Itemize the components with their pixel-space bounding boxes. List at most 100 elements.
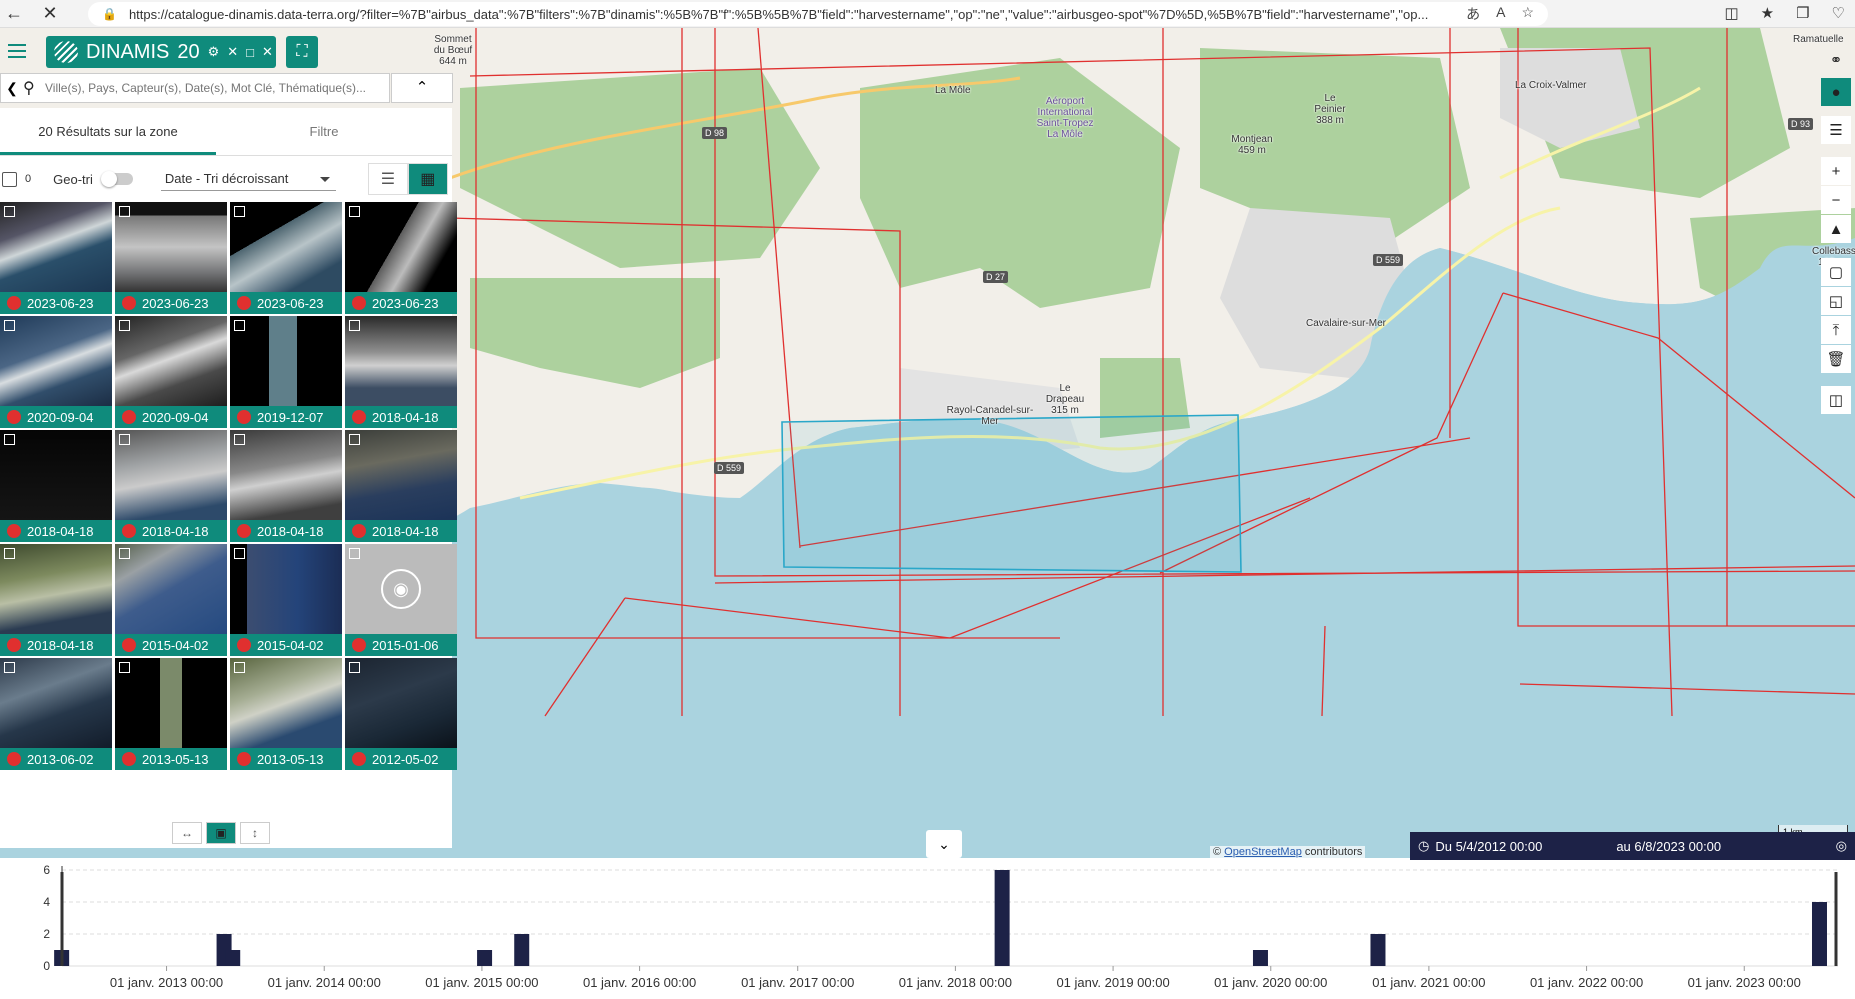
compass-button[interactable]: ▲ [1821,215,1851,243]
result-checkbox[interactable] [234,662,245,673]
result-card[interactable]: 2019-12-07 [230,316,342,428]
result-checkbox[interactable] [234,320,245,331]
maximize-icon[interactable]: □ [246,45,254,60]
expand-timeline-button[interactable]: ⌄ [926,830,962,858]
result-card[interactable]: 2013-06-02 [0,658,112,770]
upload-tool[interactable]: ⤒ [1821,316,1851,344]
result-thumbnail[interactable] [115,202,227,292]
collapse-search-button[interactable]: ⌃ [391,73,453,103]
result-thumbnail[interactable] [0,316,112,406]
close-icon[interactable]: ✕ [36,3,64,24]
extent-tool[interactable]: ▢ [1821,258,1851,286]
result-card[interactable]: 2012-05-02 [345,658,457,770]
minimize-icon[interactable]: ✕ [227,44,238,60]
panel-fit-button[interactable]: ▣ [206,822,236,844]
list-view-button[interactable]: ☰ [367,163,408,195]
result-card[interactable]: ◉ 2015-01-06 [345,544,457,656]
select-all-checkbox[interactable] [2,171,17,187]
result-card[interactable]: 2023-06-23 [0,202,112,314]
result-thumbnail[interactable] [345,316,457,406]
location-tool[interactable]: ● [1821,78,1851,106]
result-checkbox[interactable] [349,548,360,559]
result-thumbnail[interactable] [0,658,112,748]
search-input[interactable] [45,81,389,95]
result-thumbnail[interactable] [115,544,227,634]
extensions-icon[interactable]: ♡ [1832,4,1845,22]
result-checkbox[interactable] [4,320,15,331]
settings-tool[interactable]: ⚭ [1821,46,1851,74]
result-thumbnail[interactable] [0,202,112,292]
menu-button[interactable] [0,34,34,68]
layers-tool[interactable]: ☰ [1821,116,1851,144]
zoom-out-button[interactable]: − [1821,186,1851,214]
result-thumbnail[interactable] [115,658,227,748]
settings-icon[interactable]: ⚙ [208,44,220,60]
favorite-star-icon[interactable]: ☆ [1521,4,1534,24]
result-checkbox[interactable] [349,320,360,331]
geotri-toggle[interactable] [100,171,133,187]
result-thumbnail[interactable] [230,544,342,634]
address-bar[interactable]: 🔒 https://catalogue-dinamis.data-terra.o… [88,2,1548,26]
translate-icon[interactable]: あ [1466,4,1480,24]
chevron-left-icon[interactable]: ❮ [1,80,23,97]
favorites-icon[interactable]: ★ [1761,4,1774,22]
result-thumbnail[interactable] [115,430,227,520]
result-checkbox[interactable] [119,320,130,331]
panel-width-button[interactable]: ↔ [172,822,202,844]
fullscreen-button[interactable]: ⛶ [286,36,318,68]
result-thumbnail[interactable] [230,430,342,520]
compare-tool[interactable]: ◫ [1821,386,1851,414]
result-card[interactable]: 2018-04-18 [230,430,342,542]
date-range-bar[interactable]: ◷ Du 5/4/2012 00:00 au 6/8/2023 00:00 ◎ [1410,832,1855,860]
result-checkbox[interactable] [4,206,15,217]
sort-select[interactable]: Date - Tri décroissant [160,167,336,191]
result-card[interactable]: 2015-04-02 [230,544,342,656]
result-thumbnail[interactable] [230,316,342,406]
result-checkbox[interactable] [234,206,245,217]
grid-view-button[interactable]: ▦ [407,163,448,195]
result-card[interactable]: 2018-04-18 [345,316,457,428]
result-card[interactable]: 2018-04-18 [0,430,112,542]
result-checkbox[interactable] [349,434,360,445]
result-card[interactable]: 2023-06-23 [230,202,342,314]
split-screen-icon[interactable]: ◫ [1724,4,1738,22]
timeline-chart[interactable]: 0 2 4 6 01 janv. 2013 00:00 01 janv. 2014 00:… [0,860,1855,994]
result-thumbnail[interactable] [345,658,457,748]
result-card[interactable]: 2018-04-18 [115,430,227,542]
tab-results[interactable]: 20 Résultats sur la zone [0,108,216,155]
globe-icon[interactable]: ◎ [1836,838,1847,854]
collections-icon[interactable]: ❐ [1796,4,1809,22]
result-thumbnail[interactable] [345,430,457,520]
result-thumbnail[interactable] [0,544,112,634]
result-checkbox[interactable] [349,206,360,217]
result-checkbox[interactable] [234,548,245,559]
result-card[interactable]: 2013-05-13 [230,658,342,770]
result-checkbox[interactable] [4,434,15,445]
panel-height-button[interactable]: ↕ [240,822,270,844]
delete-tool[interactable]: 🗑 [1821,345,1851,373]
result-checkbox[interactable] [4,662,15,673]
osm-link[interactable]: OpenStreetMap [1224,846,1302,858]
close-icon[interactable]: ✕ [262,44,273,60]
result-thumbnail[interactable] [115,316,227,406]
result-card[interactable]: 2023-06-23 [115,202,227,314]
no-preview-thumbnail[interactable]: ◉ [345,544,457,634]
read-aloud-icon[interactable]: A [1496,4,1505,24]
draw-tool[interactable]: ◱ [1821,287,1851,315]
result-card[interactable]: 2013-05-13 [115,658,227,770]
result-thumbnail[interactable] [345,202,457,292]
tab-filter[interactable]: Filtre [216,108,432,155]
result-checkbox[interactable] [119,206,130,217]
result-card[interactable]: 2018-04-18 [345,430,457,542]
result-thumbnail[interactable] [230,202,342,292]
back-arrow-icon[interactable]: ← [0,3,28,24]
result-card[interactable]: 2023-06-23 [345,202,457,314]
result-thumbnail[interactable] [230,658,342,748]
result-checkbox[interactable] [119,662,130,673]
result-checkbox[interactable] [119,548,130,559]
result-card[interactable]: 2020-09-04 [115,316,227,428]
result-card[interactable]: 2020-09-04 [0,316,112,428]
result-checkbox[interactable] [4,548,15,559]
zoom-in-button[interactable]: + [1821,157,1851,185]
result-card[interactable]: 2018-04-18 [0,544,112,656]
